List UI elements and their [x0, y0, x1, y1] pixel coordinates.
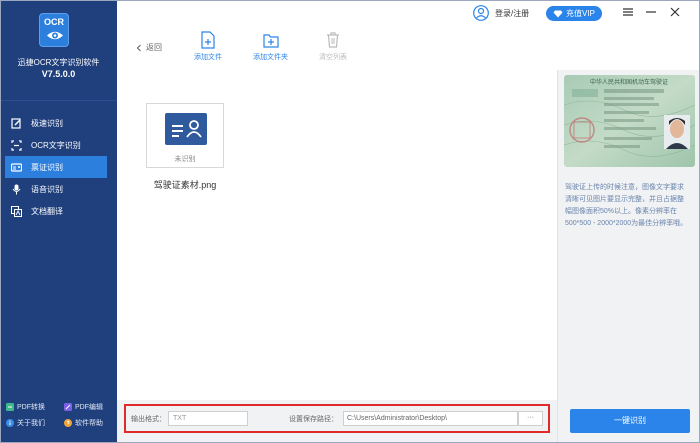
login-label: 登录/注册	[495, 8, 530, 18]
scan-icon	[11, 139, 22, 151]
pdf-convert-label: PDF转换	[17, 404, 45, 411]
clear-list-button[interactable]: 清空列表	[319, 31, 347, 62]
sidebar: OCR 迅捷OCR文字识别软件 V7.5.0.0 极速识别 OCR文字识别 票证…	[0, 0, 117, 443]
translate-icon	[11, 205, 22, 217]
help-label: 软件帮助	[75, 420, 103, 427]
right-panel: 中华人民共和国机动车驾驶证 驾驶证上传的时候注意，图像文字要求清晰可见图片要显示…	[558, 70, 700, 443]
file-list-area: 未识别 驾驶证素材.png	[117, 70, 557, 400]
app-title: 迅捷OCR文字识别软件	[17, 58, 100, 67]
sidebar-item-translate[interactable]: 文档翻译	[0, 200, 117, 222]
sidebar-nav: 极速识别 OCR文字识别 票证识别 语音识别 文档翻译	[0, 112, 117, 222]
card-icon	[11, 162, 22, 172]
save-path-input[interactable]: C:\Users\Administrator\Desktop\	[343, 411, 518, 426]
pdf-edit-label: PDF编辑	[75, 404, 103, 411]
diamond-icon	[553, 10, 563, 17]
add-file-icon	[201, 31, 215, 49]
save-path-label: 设置保存路径：	[289, 416, 338, 423]
file-thumbnail[interactable]: 未识别	[146, 103, 224, 168]
add-folder-icon	[262, 34, 279, 48]
sidebar-item-label: 极速识别	[31, 118, 63, 128]
app-logo: OCR	[39, 13, 69, 47]
app-version: V7.5.0.0	[41, 69, 76, 79]
clear-list-label: 清空列表	[319, 54, 347, 61]
microphone-icon	[12, 184, 21, 194]
sidebar-divider	[0, 100, 117, 101]
sidebar-item-ocr[interactable]: OCR文字识别	[0, 134, 117, 156]
logo-text: OCR	[44, 17, 64, 27]
toolbar: 返回 添加文件 添加文件夹 清空列表	[117, 27, 557, 69]
sidebar-item-label: 文档翻译	[31, 206, 63, 216]
id-card-icon	[165, 113, 207, 145]
add-folder-label: 添加文件夹	[253, 54, 288, 61]
login-button[interactable]: 登录/注册	[473, 5, 529, 21]
sidebar-item-label: 语音识别	[31, 184, 63, 194]
back-label: 返回	[146, 43, 162, 52]
add-folder-button[interactable]: 添加文件夹	[253, 31, 288, 62]
vip-label: 充值VIP	[566, 9, 595, 18]
sidebar-item-card-recognition[interactable]: 票证识别	[5, 156, 107, 178]
sidebar-footer: PDF转换 PDF编辑 关于我们 软件帮助	[0, 399, 117, 431]
sidebar-item-fast-recognition[interactable]: 极速识别	[0, 112, 117, 134]
about-us-link[interactable]: 关于我们	[0, 418, 58, 428]
driving-license-sample-image: 中华人民共和国机动车驾驶证	[564, 75, 695, 167]
sidebar-item-label: OCR文字识别	[31, 140, 81, 150]
format-select[interactable]: TXT	[168, 411, 248, 426]
sidebar-item-label: 票证识别	[31, 162, 63, 172]
help-icon	[64, 419, 72, 427]
format-label: 输出格式：	[131, 416, 166, 423]
info-icon	[6, 419, 14, 427]
file-status: 未识别	[174, 156, 196, 163]
output-options-panel: 输出格式： TXT 设置保存路径： C:\Users\Administrator…	[117, 400, 557, 443]
pdf-convert-link[interactable]: PDF转换	[0, 402, 58, 412]
file-name: 驾驶证素材.png	[153, 180, 217, 190]
eye-icon	[47, 31, 63, 40]
upload-hint-text: 驾驶证上传的时候注意，图像文字要求清晰可见图片要显示完整，并且占据整幅图像面积5…	[565, 184, 688, 227]
pdf-convert-icon	[6, 403, 14, 411]
add-file-button[interactable]: 添加文件	[194, 31, 222, 62]
title-bar: 登录/注册 充值VIP	[117, 0, 700, 27]
output-options-highlight: 输出格式： TXT 设置保存路径： C:\Users\Administrator…	[124, 404, 550, 433]
browse-button[interactable]: ···	[518, 411, 543, 426]
pdf-edit-link[interactable]: PDF编辑	[58, 402, 116, 412]
close-icon[interactable]	[668, 5, 682, 19]
minimize-icon[interactable]	[644, 5, 658, 19]
menu-icon[interactable]	[621, 5, 635, 19]
license-header-text: 中华人民共和国机动车驾驶证	[590, 78, 668, 86]
pdf-edit-icon	[64, 403, 72, 411]
user-avatar-icon	[473, 5, 489, 21]
about-us-label: 关于我们	[17, 420, 45, 427]
back-button[interactable]: 返回	[135, 42, 162, 53]
sidebar-item-voice[interactable]: 语音识别	[0, 178, 117, 200]
help-link[interactable]: 软件帮助	[58, 418, 116, 428]
add-file-label: 添加文件	[194, 54, 222, 61]
vip-recharge-button[interactable]: 充值VIP	[546, 6, 602, 21]
trash-icon	[327, 32, 339, 48]
recognize-button[interactable]: 一键识别	[570, 409, 690, 433]
chevron-left-icon	[136, 44, 141, 51]
edit-icon	[11, 117, 21, 129]
